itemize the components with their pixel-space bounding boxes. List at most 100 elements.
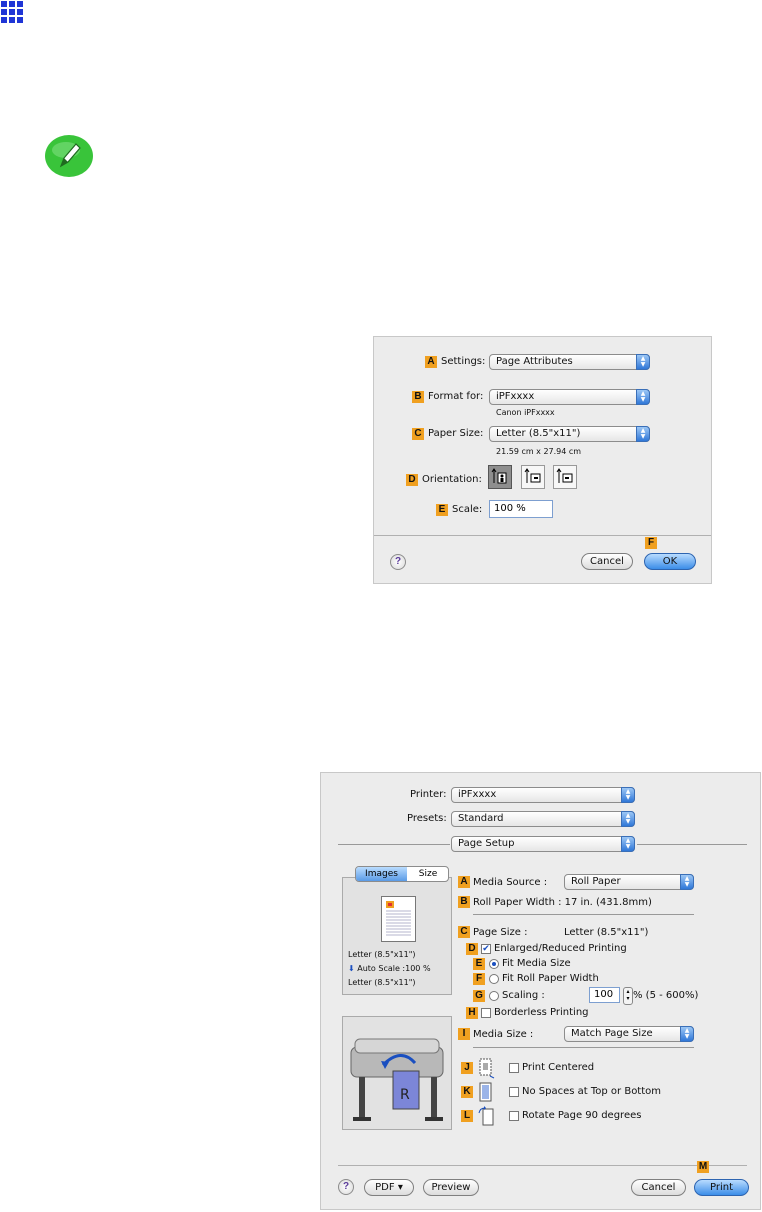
media-source-value: Roll Paper [571, 876, 621, 887]
roll-paper-width: Roll Paper Width : 17 in. (431.8mm) [473, 897, 652, 908]
fit-media-size-label: Fit Media Size [502, 958, 571, 969]
page-setup-dialog: A Settings: Page Attributes ▲ ▼ B Format … [373, 336, 712, 584]
paper-size-value: Letter (8.5"x11") [496, 428, 581, 439]
pencil-note-icon [44, 134, 94, 178]
callout-k: K [461, 1086, 473, 1098]
rotate-page-checkbox[interactable] [509, 1111, 519, 1121]
scaling-range: % (5 - 600%) [633, 990, 699, 1001]
format-for-value: iPFxxxx [496, 391, 535, 402]
callout-j: J [461, 1062, 473, 1074]
down-arrow-icon: ⬇ [348, 964, 355, 973]
help-button[interactable]: ? [390, 554, 406, 570]
scaling-label: Scaling : [502, 990, 545, 1001]
popup-arrows-icon: ▲ ▼ [621, 836, 635, 852]
popup-arrows-icon: ▲ ▼ [636, 354, 650, 370]
preview-tabs: Images Size [355, 866, 449, 882]
settings-popup[interactable]: Page Attributes ▲ ▼ [489, 354, 650, 370]
tab-size[interactable]: Size [408, 867, 448, 881]
svg-text:R: R [400, 1087, 410, 1103]
popup-arrows-icon: ▲ ▼ [636, 389, 650, 405]
callout-f: F [473, 973, 485, 985]
panel-value: Page Setup [458, 838, 515, 849]
media-size-label: Media Size : [473, 1029, 534, 1040]
printer-value: iPFxxxx [458, 789, 497, 800]
reverse-landscape-icon [556, 468, 573, 483]
print-centered-icon [477, 1057, 495, 1079]
callout-m: M [697, 1161, 709, 1173]
popup-arrows-icon: ▲ ▼ [636, 426, 650, 442]
printer-illustration: R [342, 1016, 452, 1130]
page-size-label: Page Size : [473, 927, 528, 938]
settings-label: Settings: [441, 356, 486, 367]
callout-c: C [412, 428, 424, 440]
fit-roll-paper-width-radio[interactable] [489, 974, 499, 984]
tab-images[interactable]: Images [356, 867, 407, 881]
fit-media-size-radio[interactable] [489, 959, 499, 969]
pdf-button[interactable]: PDF ▾ [364, 1179, 414, 1196]
orientation-portrait-button[interactable] [488, 465, 512, 489]
print-button[interactable]: Print [694, 1179, 749, 1196]
callout-d: D [406, 474, 418, 486]
rotate-page-icon [477, 1105, 495, 1127]
media-size-value: Match Page Size [571, 1028, 653, 1039]
scale-input[interactable]: 100 % [489, 500, 553, 518]
callout-g: G [473, 990, 485, 1002]
cancel-button[interactable]: Cancel [631, 1179, 686, 1196]
panel-popup[interactable]: Page Setup ▲ ▼ [451, 836, 635, 852]
fit-roll-paper-width-label: Fit Roll Paper Width [502, 973, 599, 984]
presets-label: Presets: [407, 813, 447, 824]
scale-label: Scale: [452, 504, 483, 515]
enlarged-reduced-label: Enlarged/Reduced Printing [494, 943, 627, 954]
callout-c: C [458, 926, 470, 938]
scaling-stepper[interactable]: ▴ ▾ [623, 987, 633, 1005]
page-preview-thumbnail [381, 896, 416, 942]
scaling-radio[interactable] [489, 991, 499, 1001]
callout-a: A [458, 876, 470, 888]
preview-source-size: Letter (8.5"x11") [348, 950, 416, 959]
no-spaces-checkbox[interactable] [509, 1087, 519, 1097]
callout-i: I [458, 1028, 470, 1040]
presets-popup[interactable]: Standard ▲ ▼ [451, 811, 635, 827]
preview-pane: Letter (8.5"x11") ⬇ Auto Scale :100 % Le… [342, 877, 452, 995]
rotate-page-label: Rotate Page 90 degrees [522, 1110, 642, 1121]
ok-button[interactable]: OK [644, 553, 696, 570]
media-source-popup[interactable]: Roll Paper ▲ ▼ [564, 874, 694, 890]
landscape-icon [524, 468, 541, 483]
page-size-value: Letter (8.5"x11") [564, 927, 649, 938]
orientation-label: Orientation: [422, 474, 482, 485]
format-for-popup[interactable]: iPFxxxx ▲ ▼ [489, 389, 650, 405]
preview-button[interactable]: Preview [423, 1179, 479, 1196]
callout-b: B [458, 896, 470, 908]
grid-icon [0, 0, 28, 28]
callout-a: A [425, 356, 437, 368]
callout-b: B [412, 391, 424, 403]
printer-popup[interactable]: iPFxxxx ▲ ▼ [451, 787, 635, 803]
enlarged-reduced-checkbox[interactable]: ✔ [481, 944, 491, 954]
paper-size-popup[interactable]: Letter (8.5"x11") ▲ ▼ [489, 426, 650, 442]
callout-h: H [466, 1007, 478, 1019]
preview-output-size: Letter (8.5"x11") [348, 978, 416, 987]
printer-icon: R [350, 1038, 444, 1121]
no-spaces-label: No Spaces at Top or Bottom [522, 1086, 662, 1097]
no-spaces-icon [477, 1081, 495, 1103]
media-source-label: Media Source : [473, 877, 548, 888]
format-for-label: Format for: [428, 391, 484, 402]
cancel-button[interactable]: Cancel [581, 553, 633, 570]
settings-value: Page Attributes [496, 356, 573, 367]
format-for-subtitle: Canon iPFxxxx [496, 408, 555, 417]
help-button[interactable]: ? [338, 1179, 354, 1195]
callout-e: E [436, 504, 448, 516]
paper-size-label: Paper Size: [428, 428, 484, 439]
borderless-printing-checkbox[interactable] [481, 1008, 491, 1018]
callout-e: E [473, 958, 485, 970]
callout-l: L [461, 1110, 473, 1122]
popup-arrows-icon: ▲ ▼ [621, 811, 635, 827]
orientation-reverse-landscape-button[interactable] [553, 465, 577, 489]
popup-arrows-icon: ▲ ▼ [621, 787, 635, 803]
scaling-input[interactable]: 100 [589, 987, 620, 1003]
media-size-popup[interactable]: Match Page Size ▲ ▼ [564, 1026, 694, 1042]
callout-f: F [645, 537, 657, 549]
print-centered-checkbox[interactable] [509, 1063, 519, 1073]
orientation-landscape-button[interactable] [521, 465, 545, 489]
borderless-printing-label: Borderless Printing [494, 1007, 589, 1018]
